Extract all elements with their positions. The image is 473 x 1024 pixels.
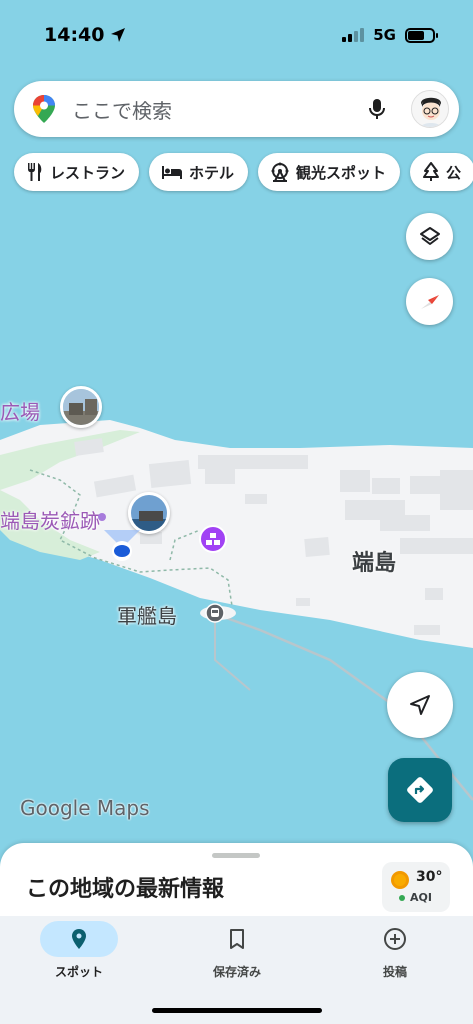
chip-label: レストラン <box>50 163 126 182</box>
sheet-title: この地域の最新情報 <box>26 877 225 902</box>
chip-hotels[interactable]: ホテル <box>149 153 249 191</box>
profile-avatar[interactable] <box>411 90 449 128</box>
cellular-signal-icon <box>342 28 365 42</box>
sheet-drag-handle[interactable] <box>212 853 260 858</box>
temperature: 30° <box>416 869 443 885</box>
navigation-arrow-icon <box>410 695 430 715</box>
chip-parks[interactable]: 公 <box>410 153 473 191</box>
attraction-poi-icon[interactable] <box>198 524 228 558</box>
aqi-label: AQI <box>410 891 432 904</box>
bookmark-icon <box>230 929 244 949</box>
search-input[interactable]: ここで検索 <box>72 95 365 124</box>
category-chips: レストラン ホテル 観光スポット 公 <box>14 153 473 191</box>
tab-pill <box>40 921 118 957</box>
fork-knife-icon <box>28 163 42 181</box>
tab-label: 保存済み <box>212 965 261 979</box>
sun-icon <box>391 871 409 889</box>
map-label-mine-ruins[interactable]: 端島炭鉱跡 <box>0 505 100 534</box>
directions-icon <box>407 777 433 803</box>
tab-explore[interactable]: スポット <box>14 921 144 991</box>
layers-button[interactable] <box>406 213 453 260</box>
compass-button[interactable] <box>406 278 453 325</box>
directions-button[interactable] <box>388 758 452 822</box>
tab-contribute[interactable]: 投稿 <box>330 921 460 991</box>
location-pin-icon <box>72 929 86 949</box>
plus-circle-icon <box>384 928 406 950</box>
place-dot[interactable] <box>98 513 106 521</box>
network-type: 5G <box>373 26 396 44</box>
chip-label: ホテル <box>189 163 235 182</box>
tab-pill <box>198 921 276 957</box>
ferris-wheel-icon <box>271 162 289 182</box>
map-label-gunkanjima[interactable]: 軍艦島 <box>117 600 177 629</box>
weather-badge[interactable]: 30° AQI <box>382 862 450 912</box>
status-time-group: 14:40 <box>44 24 126 46</box>
chip-label: 観光スポット <box>296 163 387 182</box>
tab-pill <box>356 921 434 957</box>
tab-label: スポット <box>54 965 103 979</box>
tree-icon <box>423 162 440 181</box>
map-label-plaza[interactable]: 広場 <box>0 396 40 425</box>
bed-icon <box>162 166 183 179</box>
compass-icon <box>420 294 439 309</box>
google-maps-pin-icon <box>33 95 55 123</box>
layers-icon <box>419 226 440 245</box>
status-time: 14:40 <box>44 24 105 46</box>
status-indicators: 5G <box>342 26 438 44</box>
microphone-icon[interactable] <box>365 97 389 121</box>
status-bar: 14:40 5G <box>0 0 473 70</box>
battery-icon <box>405 27 438 43</box>
chip-restaurants[interactable]: レストラン <box>14 153 140 191</box>
chip-attractions[interactable]: 観光スポット <box>258 153 401 191</box>
chip-label: 公 <box>446 163 462 182</box>
tab-label: 投稿 <box>382 965 407 979</box>
tab-saved[interactable]: 保存済み <box>172 921 302 991</box>
search-bar[interactable]: ここで検索 <box>14 81 459 137</box>
location-arrow-icon <box>111 28 126 42</box>
plaza-photo-pin[interactable] <box>60 386 102 428</box>
google-maps-logo: Google Maps <box>20 796 150 820</box>
ferry-terminal-icon[interactable] <box>205 603 225 623</box>
my-location-button[interactable] <box>387 672 453 738</box>
home-indicator <box>152 1008 322 1013</box>
avatar-illustration <box>412 91 448 127</box>
map-label-island[interactable]: 端島 <box>352 545 396 577</box>
aqi-status-dot <box>399 895 405 901</box>
